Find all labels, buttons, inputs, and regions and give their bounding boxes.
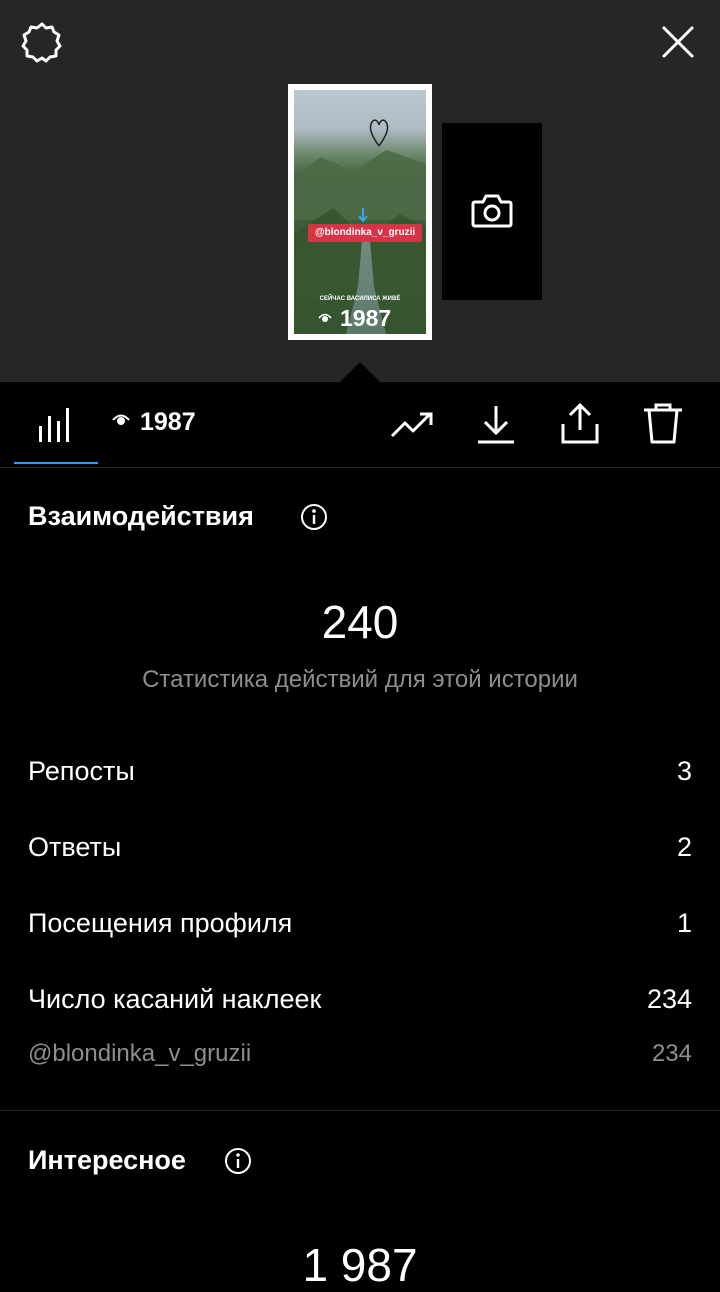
discovery-title: Интересное — [28, 1145, 186, 1175]
story-thumbnail[interactable]: @blondinka_v_gruzii СЕЙЧАС ВАСИЛИСА ЖИВЁ… — [288, 84, 432, 340]
arrow-down-icon — [358, 208, 368, 222]
stat-row-profile-visits: Посещения профиля 1 — [28, 908, 692, 939]
stat-row-reposts: Репосты 3 — [28, 756, 692, 787]
story-toolbar: 1987 — [0, 382, 720, 468]
stat-label: Репосты — [28, 756, 135, 786]
bar-chart-icon[interactable] — [36, 404, 76, 444]
info-icon[interactable] — [224, 1147, 252, 1175]
stat-row-sticker-taps: Число касаний наклеек 234 — [28, 984, 692, 1015]
interactions-total: 240 — [321, 596, 399, 648]
trending-icon[interactable] — [390, 402, 434, 446]
story-views-count: 1987 — [340, 305, 392, 331]
stat-value: 234 — [646, 984, 692, 1014]
stat-value: 2 — [676, 832, 692, 862]
interactions-subtitle: Статистика действий для этой истории — [142, 666, 578, 693]
info-icon[interactable] — [300, 503, 328, 531]
story-caption: СЕЙЧАС ВАСИЛИСА ЖИВЁ — [319, 296, 401, 302]
selection-pointer — [340, 362, 380, 382]
stat-label: @blondinka_v_gruzii — [28, 1040, 252, 1067]
story-preview-area: @blondinka_v_gruzii СЕЙЧАС ВАСИЛИСА ЖИВЁ… — [0, 0, 720, 382]
stat-label: Ответы — [28, 832, 122, 862]
add-story-card[interactable] — [442, 123, 542, 300]
section-divider — [0, 1110, 720, 1111]
stat-value: 3 — [676, 756, 692, 786]
views-count-label: 1987 — [140, 408, 196, 436]
eye-icon — [112, 414, 130, 426]
story-views-sticker: 1987 — [318, 305, 391, 331]
stat-value: 234 — [651, 1040, 692, 1067]
stat-row-mention-taps: @blondinka_v_gruzii 234 — [28, 1040, 692, 1068]
download-icon[interactable] — [474, 402, 518, 446]
stat-label: Посещения профиля — [28, 908, 293, 938]
story-image: @blondinka_v_gruzii СЕЙЧАС ВАСИЛИСА ЖИВЁ… — [294, 90, 426, 334]
share-icon[interactable] — [558, 402, 602, 446]
discovery-total: 1 987 — [302, 1239, 418, 1291]
stat-value: 1 — [676, 908, 692, 938]
trash-icon[interactable] — [641, 402, 685, 446]
stat-label: Число касаний наклеек — [28, 984, 322, 1014]
gear-icon[interactable] — [20, 20, 64, 64]
stat-row-replies: Ответы 2 — [28, 832, 692, 863]
interactions-title: Взаимодействия — [28, 501, 254, 531]
camera-icon — [471, 194, 513, 228]
views-count[interactable]: 1987 — [112, 408, 196, 437]
close-icon[interactable] — [656, 20, 700, 64]
eye-icon — [318, 313, 332, 322]
heart-icon — [369, 119, 389, 147]
mention-sticker: @blondinka_v_gruzii — [308, 224, 422, 242]
active-tab-indicator — [14, 462, 98, 464]
